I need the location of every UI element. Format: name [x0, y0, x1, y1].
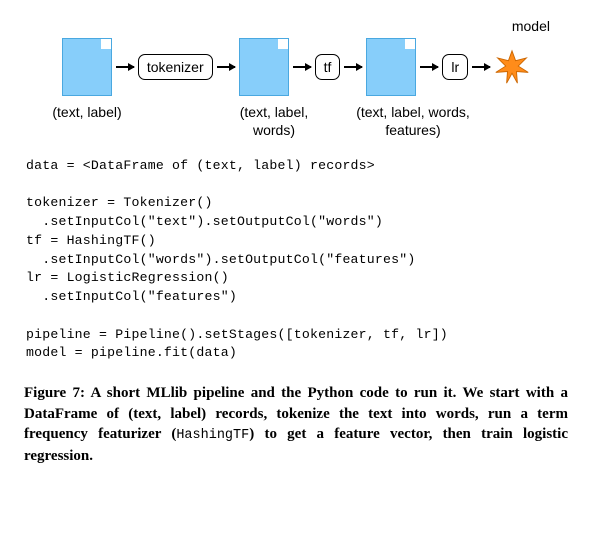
code-listing: data = <DataFrame of (text, label) recor… [26, 157, 568, 363]
model-label: model [512, 18, 550, 34]
figure-caption: Figure 7: A short MLlib pipeline and the… [24, 383, 568, 467]
arrow-icon [420, 66, 438, 68]
arrow-icon [344, 66, 362, 68]
pipeline-diagram: model tokenizer tf lr (text, label) (tex… [24, 18, 568, 139]
arrow-icon [293, 66, 311, 68]
doc-icon [239, 38, 289, 96]
arrow-icon [217, 66, 235, 68]
star-icon [494, 49, 530, 85]
stage-lr: lr [442, 54, 468, 80]
caption-3: (text, label, words, features) [350, 104, 476, 139]
doc-icon [366, 38, 416, 96]
pipeline-row: tokenizer tf lr [62, 38, 530, 96]
stage-tokenizer: tokenizer [138, 54, 213, 80]
arrow-icon [116, 66, 134, 68]
stage-tf: tf [315, 54, 341, 80]
caption-code-term: HashingTF [176, 428, 249, 443]
figure-label: Figure 7: [24, 385, 85, 401]
caption-2: (text, label, words) [228, 104, 320, 139]
caption-1: (text, label) [42, 104, 132, 139]
doc-icon [62, 38, 112, 96]
diagram-captions: (text, label) (text, label, words) (text… [24, 104, 568, 139]
arrow-icon [472, 66, 490, 68]
